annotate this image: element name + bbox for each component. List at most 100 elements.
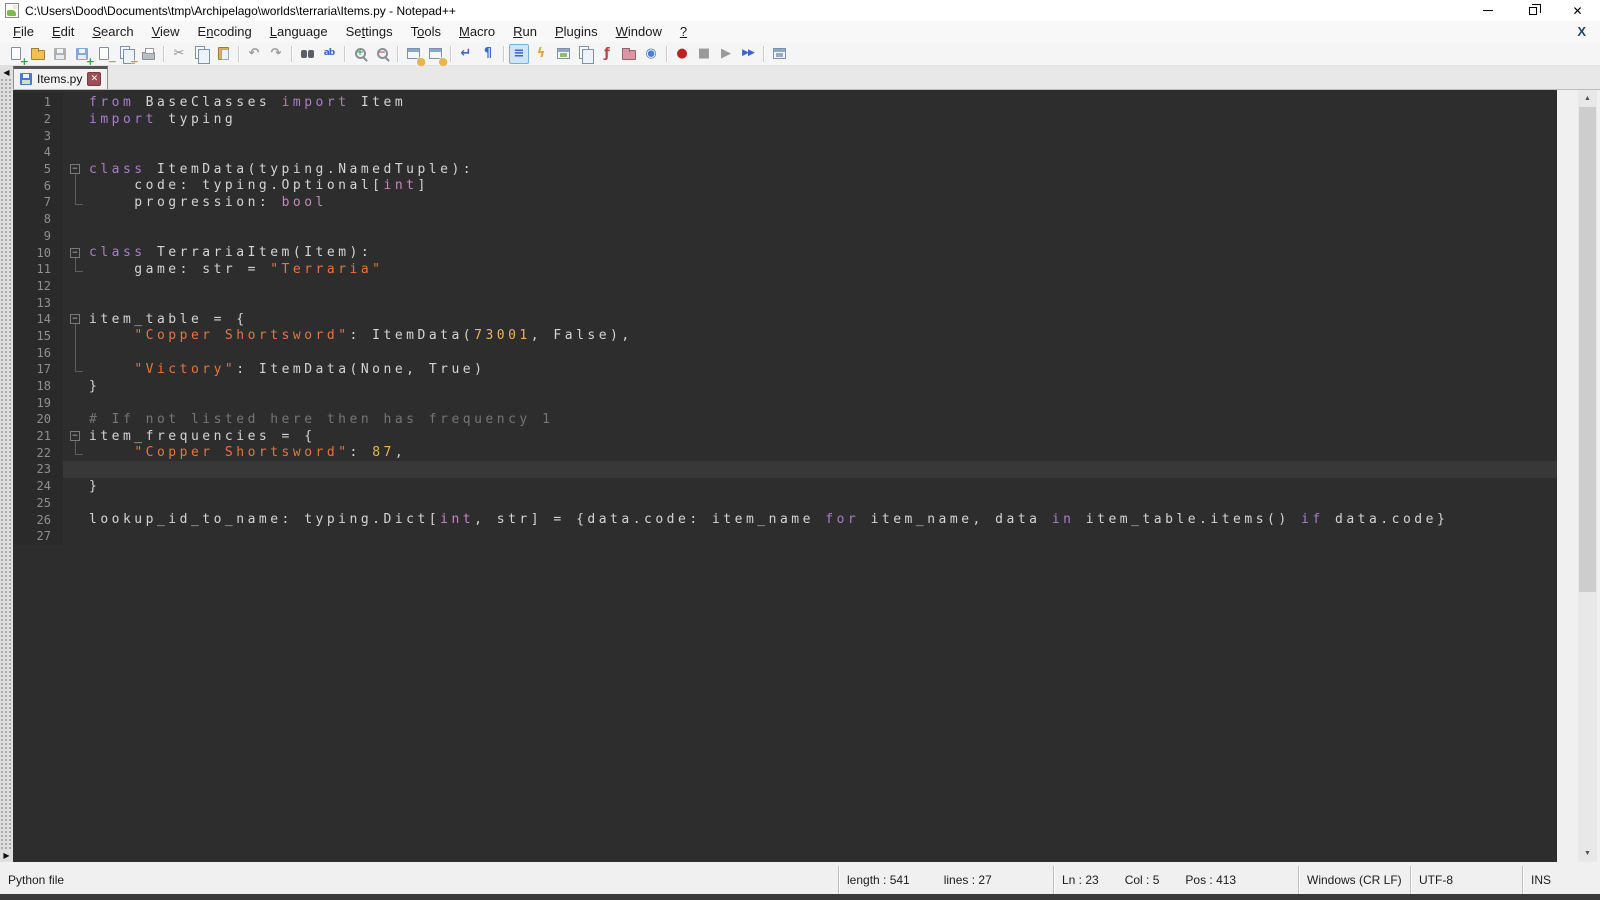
cut-icon[interactable]: ✂ bbox=[169, 44, 189, 64]
tab-close-icon[interactable]: ✕ bbox=[87, 72, 101, 86]
code-text[interactable] bbox=[89, 461, 1557, 478]
macro-play-icon[interactable]: ▶ bbox=[716, 44, 736, 64]
word-wrap-icon[interactable]: ↵ bbox=[456, 44, 476, 64]
sync-horizontal-icon[interactable]: ● bbox=[425, 44, 445, 64]
close-file-icon[interactable]: − bbox=[94, 44, 114, 64]
fold-collapse-icon[interactable]: − bbox=[63, 161, 89, 178]
save-file-icon[interactable] bbox=[50, 44, 70, 64]
fold-margin bbox=[63, 328, 89, 345]
function-list-icon[interactable]: ƒ bbox=[597, 44, 617, 64]
code-text[interactable]: progression: bool bbox=[89, 194, 1557, 211]
code-text[interactable]: code: typing.Optional[int] bbox=[89, 177, 1557, 194]
line-number: 21 bbox=[13, 428, 63, 445]
menu-item-view[interactable]: View bbox=[143, 22, 189, 41]
code-text[interactable] bbox=[89, 211, 1557, 228]
status-encoding[interactable]: UTF-8 bbox=[1410, 866, 1522, 894]
menu-item-macro[interactable]: Macro bbox=[450, 22, 504, 41]
copy-icon[interactable] bbox=[191, 44, 211, 64]
monitoring-icon[interactable]: ◉ bbox=[641, 44, 661, 64]
code-text[interactable]: class TerrariaItem(Item): bbox=[89, 244, 1557, 261]
save-all-icon[interactable]: + bbox=[72, 44, 92, 64]
code-text[interactable]: } bbox=[89, 378, 1557, 395]
code-text[interactable]: } bbox=[89, 478, 1557, 495]
tab-scroll-right-icon[interactable]: ▶ bbox=[0, 849, 13, 862]
macro-stop-icon[interactable]: ■ bbox=[694, 44, 714, 64]
scrollbar-thumb[interactable] bbox=[1579, 107, 1596, 592]
menu-item-encoding[interactable]: Encoding bbox=[189, 22, 261, 41]
menu-item-plugins[interactable]: Plugins bbox=[546, 22, 607, 41]
code-text[interactable]: "Copper Shortsword": ItemData(73001, Fal… bbox=[89, 328, 1557, 345]
customize-toolbar-icon[interactable] bbox=[769, 44, 789, 64]
sync-vertical-icon[interactable]: ● bbox=[403, 44, 423, 64]
code-text[interactable]: # If not listed here then has frequency … bbox=[89, 411, 1557, 428]
redo-icon[interactable]: ↷ bbox=[266, 44, 286, 64]
code-text[interactable] bbox=[89, 127, 1557, 144]
code-text[interactable] bbox=[89, 394, 1557, 411]
vertical-scrollbar[interactable]: ▲ ▼ bbox=[1578, 90, 1597, 862]
menu-item-tools[interactable]: Tools bbox=[402, 22, 450, 41]
fold-collapse-icon[interactable]: − bbox=[63, 244, 89, 261]
code-text[interactable]: "Victory": ItemData(None, True) bbox=[89, 361, 1557, 378]
menu-item-settings[interactable]: Settings bbox=[337, 22, 402, 41]
code-text[interactable]: item_table = { bbox=[89, 311, 1557, 328]
menu-item-window[interactable]: Window bbox=[607, 22, 671, 41]
code-text[interactable]: class ItemData(typing.NamedTuple): bbox=[89, 161, 1557, 178]
function-completion-icon[interactable]: ϟ bbox=[531, 44, 551, 64]
print-icon[interactable] bbox=[138, 44, 158, 64]
code-text[interactable]: "Copper Shortsword": 87, bbox=[89, 444, 1557, 461]
status-eol-format[interactable]: Windows (CR LF) bbox=[1298, 866, 1410, 894]
menu-item-language[interactable]: Language bbox=[261, 22, 337, 41]
code-text[interactable] bbox=[89, 495, 1557, 512]
fold-margin bbox=[63, 394, 89, 411]
code-editor[interactable]: 1from BaseClasses import Item2import typ… bbox=[13, 90, 1557, 862]
code-text[interactable]: game: str = "Terraria" bbox=[89, 261, 1557, 278]
code-text[interactable] bbox=[89, 278, 1557, 295]
code-text[interactable]: import typing bbox=[89, 111, 1557, 128]
minimize-button[interactable] bbox=[1465, 0, 1510, 21]
close-document-x-icon[interactable]: X bbox=[1577, 24, 1586, 39]
replace-icon[interactable]: ab bbox=[319, 44, 339, 64]
menu-item-file[interactable]: File bbox=[4, 22, 43, 41]
new-file-icon[interactable]: + bbox=[6, 44, 26, 64]
undo-icon[interactable]: ↶ bbox=[244, 44, 264, 64]
tab-items-py[interactable]: Items.py ✕ bbox=[13, 66, 108, 89]
menu-item-run[interactable]: Run bbox=[504, 22, 546, 41]
menu-item-search[interactable]: Search bbox=[83, 22, 142, 41]
restore-button[interactable] bbox=[1510, 0, 1555, 21]
code-text[interactable] bbox=[89, 228, 1557, 245]
macro-run-multiple-icon[interactable]: ▶▶ bbox=[738, 44, 758, 64]
code-text[interactable]: lookup_id_to_name: typing.Dict[int, str]… bbox=[89, 511, 1557, 528]
code-text[interactable]: from BaseClasses import Item bbox=[89, 94, 1557, 111]
fold-margin bbox=[63, 478, 89, 495]
code-text[interactable] bbox=[89, 144, 1557, 161]
menu-item-help[interactable]: ? bbox=[671, 22, 696, 41]
code-text[interactable]: item_frequencies = { bbox=[89, 428, 1557, 445]
toolbar-separator bbox=[344, 46, 345, 62]
scroll-up-button[interactable]: ▲ bbox=[1578, 90, 1597, 107]
status-cursor-position[interactable]: Ln : 23 Col : 5 Pos : 413 bbox=[1053, 866, 1298, 894]
document-switcher-icon[interactable] bbox=[575, 44, 595, 64]
status-insert-mode[interactable]: INS bbox=[1522, 866, 1600, 894]
show-all-characters-icon[interactable]: ¶ bbox=[478, 44, 498, 64]
code-text[interactable] bbox=[89, 294, 1557, 311]
scroll-down-button[interactable]: ▼ bbox=[1578, 845, 1597, 862]
code-text[interactable] bbox=[89, 528, 1557, 545]
zoom-out-icon[interactable]: − bbox=[372, 44, 392, 64]
menu-item-edit[interactable]: Edit bbox=[43, 22, 83, 41]
paste-icon[interactable] bbox=[213, 44, 233, 64]
find-icon[interactable] bbox=[297, 44, 317, 64]
tab-scroll-left-icon[interactable]: ◀ bbox=[0, 66, 13, 79]
close-button[interactable]: ✕ bbox=[1555, 0, 1600, 21]
indent-guide-icon[interactable]: ≡ bbox=[509, 44, 529, 64]
zoom-in-icon[interactable]: + bbox=[350, 44, 370, 64]
open-file-icon[interactable] bbox=[28, 44, 48, 64]
folder-as-workspace-icon[interactable] bbox=[619, 44, 639, 64]
fold-collapse-icon[interactable]: − bbox=[63, 311, 89, 328]
code-line: 16 bbox=[13, 344, 1557, 361]
close-all-icon[interactable]: − bbox=[116, 44, 136, 64]
line-number: 18 bbox=[13, 378, 63, 395]
document-map-icon[interactable] bbox=[553, 44, 573, 64]
fold-collapse-icon[interactable]: − bbox=[63, 428, 89, 445]
code-text[interactable] bbox=[89, 344, 1557, 361]
macro-record-icon[interactable]: ● bbox=[672, 44, 692, 64]
